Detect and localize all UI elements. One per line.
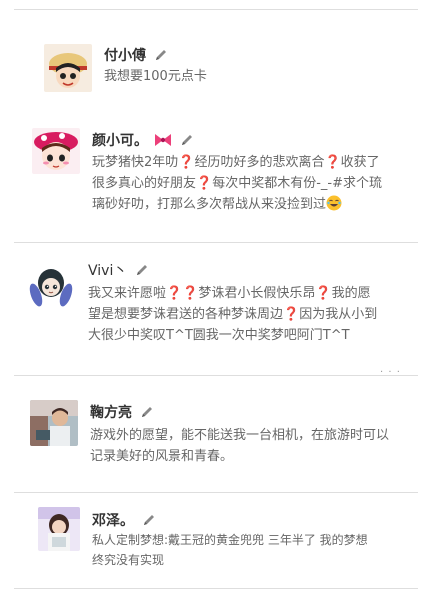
text-segment: 终究没有实现	[92, 553, 165, 567]
text-segment: 每次中奖都木有份-_-#求个琉	[212, 176, 382, 191]
text-line: 私人定制梦想:戴王冠的黄金兜兜 三年半了 我的梦想	[92, 530, 368, 550]
text-segment: 玩梦猪快2年叻	[92, 155, 179, 170]
post-text: 我又来许愿啦❓❓梦诛君小长假快乐昂❓我的愿 望是想要梦诛君送的各种梦诛周边❓因为…	[88, 283, 377, 346]
name-row: 颜小可。	[92, 130, 194, 150]
user-name[interactable]: 邓泽。	[92, 510, 134, 530]
post-card: Vivi丶 我又来许愿啦❓❓梦诛君小长假快乐昂❓我的愿 望是想要梦诛君送的各种梦…	[0, 243, 430, 378]
question-mark: ❓	[166, 286, 183, 301]
text-segment: 我的愿	[331, 286, 371, 301]
avatar[interactable]	[30, 400, 78, 446]
user-name[interactable]: 颜小可。	[92, 130, 148, 150]
divider	[14, 588, 418, 589]
pencil-icon[interactable]	[142, 513, 156, 527]
pencil-icon[interactable]	[180, 133, 194, 147]
question-mark: ❓	[178, 155, 195, 170]
text-line: 玩梦猪快2年叻❓经历叻好多的悲欢离合❓收获了	[92, 152, 382, 173]
text-line: 大很少中奖叹T^T圆我一次中奖梦吧阿门T^T	[88, 325, 377, 346]
text-segment: 我想要100元点卡	[104, 69, 207, 84]
text-segment: 因为我从小到	[299, 307, 378, 322]
text-segment: 很多真心的好朋友	[92, 176, 197, 191]
text-line: 璃砂好叻，打那么多次帮战从来没捡到过	[92, 194, 382, 215]
text-line: 我又来许愿啦❓❓梦诛君小长假快乐昂❓我的愿	[88, 283, 377, 304]
text-segment: 我又来许愿啦	[88, 286, 167, 301]
name-row: Vivi丶	[88, 260, 149, 280]
text-segment: 经历叻好多的悲欢离合	[194, 155, 325, 170]
question-mark: ❓	[315, 286, 332, 301]
avatar[interactable]	[38, 507, 80, 551]
question-mark: ❓	[182, 286, 199, 301]
text-line: 望是想要梦诛君送的各种梦诛周边❓因为我从小到	[88, 304, 377, 325]
post-card: 鞠方亮 游戏外的愿望，能不能送我一台相机，在旅游时可以 记录美好的风景和青春。	[0, 376, 430, 492]
post-card: 付小傅 我想要100元点卡	[0, 0, 430, 100]
name-row: 付小傅	[104, 45, 168, 65]
post-card: 邓泽。 私人定制梦想:戴王冠的黄金兜兜 三年半了 我的梦想 终究没有实现	[0, 493, 430, 588]
question-mark: ❓	[196, 176, 213, 191]
text-line: 记录美好的风景和青春。	[90, 446, 389, 467]
bow-icon	[154, 133, 172, 147]
text-segment: 大很少中奖叹T^T圆我一次中奖梦吧阿门T^T	[88, 328, 350, 343]
text-segment: 梦诛君小长假快乐昂	[198, 286, 316, 301]
name-row: 邓泽。	[92, 510, 156, 530]
text-line: 我想要100元点卡	[104, 66, 207, 87]
user-name[interactable]: 鞠方亮	[90, 402, 132, 422]
name-row: 鞠方亮	[90, 402, 154, 422]
pencil-icon[interactable]	[154, 48, 168, 62]
text-segment: 游戏外的愿望，能不能送我一台相机，在旅游时可以	[90, 428, 390, 443]
text-line: 游戏外的愿望，能不能送我一台相机，在旅游时可以	[90, 425, 389, 446]
post-text: 游戏外的愿望，能不能送我一台相机，在旅游时可以 记录美好的风景和青春。	[90, 425, 389, 467]
post-text: 我想要100元点卡	[104, 66, 207, 87]
text-line: 终究没有实现	[92, 550, 368, 570]
text-line: 很多真心的好朋友❓每次中奖都木有份-_-#求个琉	[92, 173, 382, 194]
avatar[interactable]	[32, 128, 80, 174]
text-segment: 望是想要梦诛君送的各种梦诛周边	[88, 307, 284, 322]
post-text: 玩梦猪快2年叻❓经历叻好多的悲欢离合❓收获了 很多真心的好朋友❓每次中奖都木有份…	[92, 152, 382, 215]
text-segment: 收获了	[340, 155, 380, 170]
avatar[interactable]	[26, 261, 76, 309]
question-mark: ❓	[324, 155, 341, 170]
text-segment: 私人定制梦想:戴王冠的黄金兜兜 三年半了 我的梦想	[92, 533, 368, 547]
avatar[interactable]	[44, 44, 92, 92]
laugh-emoji-icon	[326, 195, 342, 211]
post-card: 颜小可。 玩梦猪快2年叻❓经历叻好多的悲欢离合❓收获了 很多真心的好朋友❓每次中…	[0, 100, 430, 240]
text-segment: 记录美好的风景和青春。	[90, 449, 234, 464]
post-text: 私人定制梦想:戴王冠的黄金兜兜 三年半了 我的梦想 终究没有实现	[92, 530, 368, 570]
pencil-icon[interactable]	[140, 405, 154, 419]
user-name[interactable]: Vivi丶	[88, 260, 127, 280]
text-segment: 璃砂好叻，打那么多次帮战从来没捡到过	[92, 197, 327, 212]
pencil-icon[interactable]	[135, 263, 149, 277]
user-name[interactable]: 付小傅	[104, 45, 146, 65]
question-mark: ❓	[283, 307, 300, 322]
